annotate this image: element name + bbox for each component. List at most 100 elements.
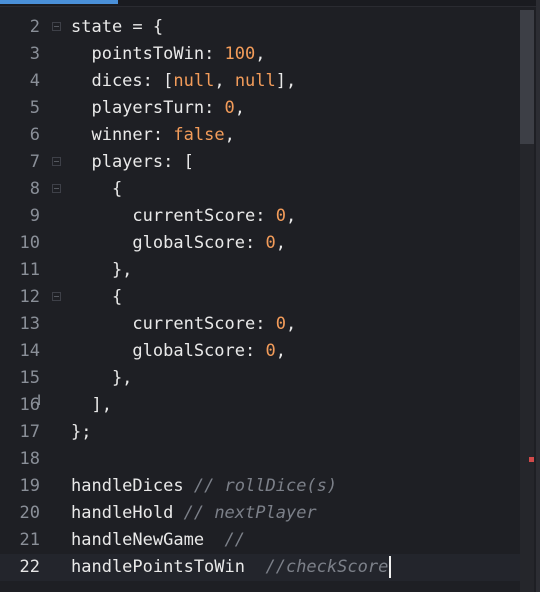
code-line[interactable]: 19 handleDices // rollDice(s) xyxy=(0,473,520,500)
code-line[interactable]: 20 handleHold // nextPlayer xyxy=(0,500,520,527)
code-token: pointsToWin xyxy=(71,44,205,64)
code-text: state = { xyxy=(71,14,163,41)
code-text: players: [ xyxy=(71,149,194,176)
code-token: : xyxy=(255,314,276,334)
line-number: 9 xyxy=(29,206,40,226)
code-token: : xyxy=(204,44,225,64)
line-number: 10 xyxy=(19,233,40,253)
code-token: : [ xyxy=(142,71,174,91)
code-token: 0 xyxy=(275,206,286,226)
line-number: 22 xyxy=(19,557,40,577)
code-token: handleHold xyxy=(71,503,174,523)
code-token: winner xyxy=(71,125,153,145)
code-token: : xyxy=(245,341,266,361)
code-token: , xyxy=(224,125,235,145)
code-text: currentScore: 0, xyxy=(71,311,296,338)
code-line[interactable]: 15 }, xyxy=(0,365,520,392)
code-token: , xyxy=(285,206,297,226)
code-line[interactable]: 6 winner: false, xyxy=(0,122,520,149)
line-number: 3 xyxy=(29,44,40,64)
line-number: 2 xyxy=(29,17,40,37)
line-number: 5 xyxy=(29,98,40,118)
code-text: { xyxy=(71,176,122,203)
code-token: null xyxy=(234,71,276,91)
code-text: handleHold // nextPlayer xyxy=(71,500,317,527)
code-token: = { xyxy=(122,17,164,37)
code-line[interactable]: 14 globalScore: 0, xyxy=(0,338,520,365)
code-token: currentScore xyxy=(71,206,256,226)
line-number: 18 xyxy=(19,449,40,469)
code-token: }; xyxy=(71,422,92,442)
code-token: { xyxy=(71,287,123,307)
code-token: , xyxy=(255,44,266,64)
code-token: globalScore xyxy=(71,233,245,253)
code-line[interactable]: 16 ], xyxy=(0,392,520,419)
code-line[interactable]: 10 globalScore: 0, xyxy=(0,230,520,257)
code-token: : xyxy=(245,233,266,253)
code-line[interactable]: 5 playersTurn: 0, xyxy=(0,95,520,122)
code-text: dices: [null, null], xyxy=(71,68,296,95)
active-tab-indicator[interactable] xyxy=(0,0,118,4)
code-token: { xyxy=(71,179,123,199)
code-line[interactable]: 8 { xyxy=(0,176,520,203)
line-number: 19 xyxy=(19,476,40,496)
fold-toggle-icon[interactable] xyxy=(52,184,61,193)
code-token: // nextPlayer xyxy=(183,503,317,523)
code-line[interactable]: 2 state = { xyxy=(0,14,520,41)
code-line[interactable]: 12 { xyxy=(0,284,520,311)
mouse-text-cursor-icon: I xyxy=(37,393,42,409)
window-edge xyxy=(536,0,540,592)
fold-toggle-icon[interactable] xyxy=(52,22,61,31)
code-line[interactable]: 13 currentScore: 0, xyxy=(0,311,520,338)
fold-toggle-icon[interactable] xyxy=(52,292,61,301)
line-number: 16 xyxy=(19,395,40,415)
code-token: 100 xyxy=(224,44,256,64)
code-token: : [ xyxy=(163,152,194,172)
code-token: null xyxy=(173,71,215,91)
code-text: }, xyxy=(71,257,132,284)
code-token: 0 xyxy=(224,98,235,118)
code-editor[interactable]: 2 state = {3 pointsToWin: 100, 4 dices: [n… xyxy=(0,16,520,592)
code-text: handlePointsToWin //checkScore xyxy=(71,554,392,581)
code-line[interactable]: 21 handleNewGame // xyxy=(0,527,520,554)
code-text: handleNewGame // xyxy=(71,527,245,554)
fold-toggle-icon[interactable] xyxy=(52,157,61,166)
scrollbar-error-marker xyxy=(529,457,534,462)
code-token: 0 xyxy=(265,341,276,361)
code-token: 0 xyxy=(275,314,286,334)
code-line[interactable]: 3 pointsToWin: 100, xyxy=(0,41,520,68)
code-token: // xyxy=(224,530,246,550)
code-token: false xyxy=(173,125,225,145)
code-token: //checkScore xyxy=(265,557,389,577)
code-line[interactable]: 22 handlePointsToWin //checkScore xyxy=(0,554,520,581)
code-token: handleDices xyxy=(71,476,184,496)
code-line[interactable]: 17}; xyxy=(0,419,520,446)
line-number: 11 xyxy=(19,260,40,280)
editor-tab-strip xyxy=(0,0,540,7)
code-line[interactable]: 18 xyxy=(0,446,520,473)
line-number: 13 xyxy=(19,314,40,334)
line-number: 7 xyxy=(29,152,40,172)
scrollbar-thumb[interactable] xyxy=(520,10,534,144)
code-token: , xyxy=(214,71,235,91)
code-text: globalScore: 0, xyxy=(71,230,286,257)
code-text: pointsToWin: 100, xyxy=(71,41,266,68)
code-line[interactable]: 11 }, xyxy=(0,257,520,284)
code-token: , xyxy=(275,341,286,361)
vertical-scrollbar[interactable] xyxy=(520,10,534,592)
line-number: 20 xyxy=(19,503,40,523)
code-line[interactable]: 4 dices: [null, null], xyxy=(0,68,520,95)
line-number: 4 xyxy=(29,71,40,91)
line-number: 21 xyxy=(19,530,40,550)
code-token: handleNewGame xyxy=(71,530,205,550)
code-token: , xyxy=(275,233,286,253)
code-text: currentScore: 0, xyxy=(71,203,296,230)
code-line[interactable]: 7 players: [ xyxy=(0,149,520,176)
code-token: }, xyxy=(71,260,133,280)
code-line[interactable]: 9 currentScore: 0, xyxy=(0,203,520,230)
code-token: playersTurn xyxy=(71,98,205,118)
line-number: 12 xyxy=(19,287,40,307)
